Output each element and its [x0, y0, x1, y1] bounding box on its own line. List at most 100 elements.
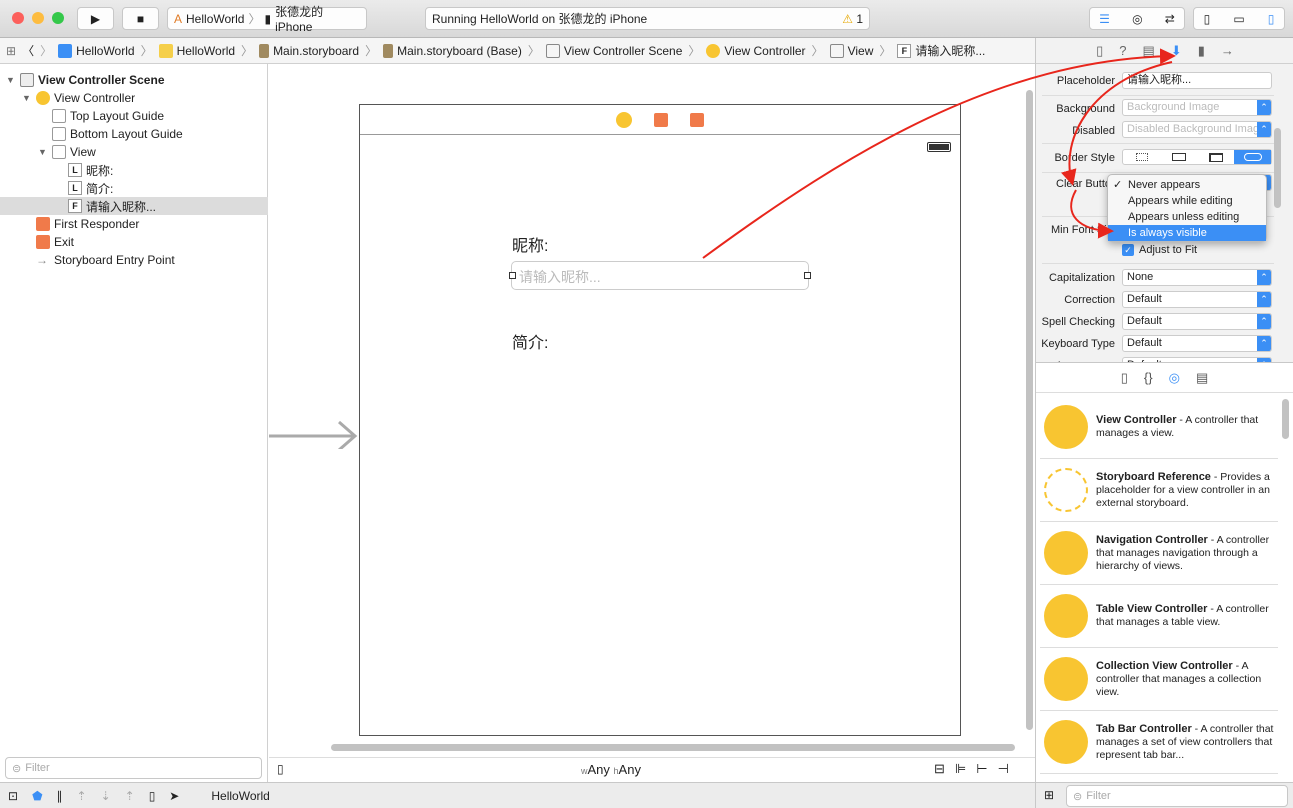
align-icon[interactable]: ⊫: [955, 761, 966, 777]
placeholder-field[interactable]: 请输入昵称...: [1122, 72, 1272, 89]
library-item[interactable]: Collection View Controller - A controlle…: [1040, 648, 1278, 711]
back-button[interactable]: 〈: [22, 42, 34, 59]
outline-item[interactable]: L 昵称:: [0, 161, 268, 179]
stack-icon[interactable]: ⊟: [934, 761, 945, 777]
intro-label[interactable]: 简介:: [512, 329, 548, 353]
breadcrumb-storyboard-base[interactable]: Main.storyboard (Base): [383, 43, 522, 58]
menu-item[interactable]: Appears unless editing: [1108, 209, 1266, 225]
file-inspector-icon[interactable]: ▯: [1096, 43, 1103, 59]
connections-inspector-icon[interactable]: →: [1221, 43, 1234, 58]
navigator-toggle-icon[interactable]: ▯: [1204, 12, 1211, 26]
outline-item[interactable]: ▼ View: [0, 143, 268, 161]
debug-toggle-icon[interactable]: ▭: [1233, 12, 1244, 26]
border-none-icon[interactable]: [1123, 150, 1160, 164]
border-bezel-icon[interactable]: [1197, 150, 1234, 164]
grid-view-icon[interactable]: ⊞: [1044, 788, 1054, 802]
inspector-scrollbar[interactable]: [1274, 128, 1281, 208]
stop-button[interactable]: ■: [122, 7, 159, 30]
utilities-toggle-icon[interactable]: ▯: [1268, 12, 1275, 26]
disclosure-triangle-icon[interactable]: ▼: [22, 93, 32, 103]
assistant-editor-icon[interactable]: ◎: [1132, 12, 1142, 26]
border-line-icon[interactable]: [1160, 150, 1197, 164]
outline-toggle-icon[interactable]: ▯: [277, 762, 284, 776]
identity-inspector-icon[interactable]: ▤: [1143, 43, 1155, 59]
vertical-scrollbar[interactable]: [1026, 90, 1033, 730]
outline-item[interactable]: ▼ View Controller Scene: [0, 71, 268, 89]
inspector-row-select[interactable]: Default: [1122, 291, 1272, 308]
menu-item[interactable]: Is always visible: [1108, 225, 1266, 241]
run-button[interactable]: ▶: [77, 7, 114, 30]
code-snippet-icon[interactable]: {}: [1144, 370, 1153, 385]
version-editor-icon[interactable]: ⇄: [1165, 12, 1175, 26]
quick-help-icon[interactable]: ?: [1119, 43, 1126, 58]
breadcrumb-project[interactable]: HelloWorld: [58, 43, 135, 58]
first-responder-icon[interactable]: [654, 112, 668, 127]
library-item[interactable]: View Controller - A controller that mana…: [1040, 396, 1278, 459]
view-toggle-control[interactable]: ▯ ▭ ▯: [1193, 7, 1285, 30]
inspector-row-select[interactable]: Default: [1122, 335, 1272, 352]
resize-handle-right[interactable]: [804, 272, 811, 279]
attributes-inspector-icon[interactable]: ⬇: [1171, 43, 1182, 59]
view-controller-scene[interactable]: 昵称: 请输入昵称... 简介:: [359, 104, 961, 736]
outline-item[interactable]: F 请输入昵称...: [0, 197, 268, 215]
hide-debug-icon[interactable]: ⊡: [8, 789, 18, 803]
outline-filter-input[interactable]: ⊜ Filter: [5, 757, 262, 779]
warning-badge[interactable]: ⚠ 1: [842, 12, 863, 26]
adjust-to-fit-checkbox[interactable]: ✓ Adjust to Fit: [1122, 244, 1197, 256]
step-into-icon[interactable]: ⇣: [101, 789, 111, 803]
border-rounded-icon[interactable]: [1234, 150, 1271, 164]
pause-icon[interactable]: ∥: [57, 789, 63, 803]
nickname-label[interactable]: 昵称:: [512, 232, 548, 256]
breadcrumb-view[interactable]: View: [829, 43, 873, 58]
breadcrumb-storyboard[interactable]: Main.storyboard: [259, 43, 359, 58]
scheme-selector[interactable]: A HelloWorld 〉 ▮ 张德龙的 iPhone: [167, 5, 367, 34]
step-over-icon[interactable]: ⇡: [77, 789, 87, 803]
library-filter-input[interactable]: ⊜ Filter: [1066, 785, 1288, 807]
size-class-control[interactable]: wAny hAny: [581, 762, 641, 777]
media-library-icon[interactable]: ▤: [1196, 370, 1208, 386]
file-template-icon[interactable]: ▯: [1121, 370, 1128, 386]
resize-handle-left[interactable]: [509, 272, 516, 279]
outline-item[interactable]: ▼ View Controller: [0, 89, 268, 107]
inspector-row-select[interactable]: None: [1122, 269, 1272, 286]
editor-mode-control[interactable]: ☰ ◎ ⇄: [1089, 7, 1185, 30]
exit-icon[interactable]: [690, 112, 704, 127]
location-icon[interactable]: ➤: [169, 789, 179, 803]
library-item[interactable]: Table View Controller - A controller tha…: [1040, 585, 1278, 648]
related-items-icon[interactable]: ⊞: [6, 44, 16, 58]
library-item[interactable]: Storyboard Reference - Provides a placeh…: [1040, 459, 1278, 522]
breadcrumb-view-controller[interactable]: View Controller: [706, 43, 806, 58]
border-style-control[interactable]: [1122, 149, 1272, 165]
breadcrumb-text-field[interactable]: F 请输入昵称...: [897, 42, 985, 59]
breakpoints-icon[interactable]: ⬟: [32, 789, 42, 803]
close-window-button[interactable]: [12, 12, 24, 24]
size-inspector-icon[interactable]: ▮: [1198, 43, 1205, 59]
horizontal-scrollbar[interactable]: [331, 744, 1015, 751]
outline-item[interactable]: L 简介:: [0, 179, 268, 197]
library-scrollbar[interactable]: [1282, 399, 1289, 439]
disclosure-triangle-icon[interactable]: ▼: [38, 147, 48, 157]
minimize-window-button[interactable]: [32, 12, 44, 24]
menu-item[interactable]: ✓ Never appears: [1108, 177, 1266, 193]
menu-item[interactable]: Appears while editing: [1108, 193, 1266, 209]
outline-item[interactable]: Bottom Layout Guide: [0, 125, 268, 143]
inspector-row-select[interactable]: Default: [1122, 313, 1272, 330]
outline-item[interactable]: Top Layout Guide: [0, 107, 268, 125]
resolve-issues-icon[interactable]: ⊣: [998, 761, 1009, 777]
object-library-icon[interactable]: ◎: [1169, 370, 1180, 386]
library-item[interactable]: Navigation Controller - A controller tha…: [1040, 522, 1278, 585]
outline-item[interactable]: → Storyboard Entry Point: [0, 251, 268, 269]
view-debugger-icon[interactable]: ▯: [149, 789, 156, 803]
nickname-text-field[interactable]: 请输入昵称...: [509, 261, 811, 290]
disabled-select[interactable]: Disabled Background Image: [1122, 121, 1272, 138]
view-controller-icon[interactable]: [616, 111, 632, 128]
disclosure-triangle-icon[interactable]: ▼: [6, 75, 16, 85]
breadcrumb-scene[interactable]: View Controller Scene: [545, 43, 682, 58]
standard-editor-icon[interactable]: ☰: [1099, 12, 1110, 26]
step-out-icon[interactable]: ⇡: [125, 789, 135, 803]
forward-button[interactable]: 〉: [40, 42, 52, 59]
library-item[interactable]: Tab Bar Controller - A controller that m…: [1040, 711, 1278, 774]
outline-item[interactable]: Exit: [0, 233, 268, 251]
breadcrumb-folder[interactable]: HelloWorld: [158, 43, 235, 58]
pin-icon[interactable]: ⊢: [976, 761, 987, 777]
